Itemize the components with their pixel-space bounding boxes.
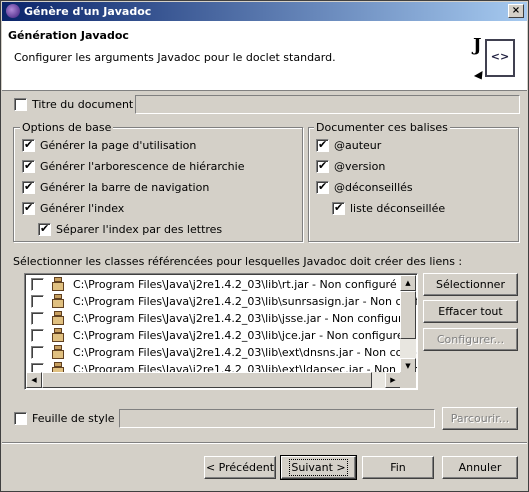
basic-options-title: Options de base bbox=[20, 121, 114, 134]
doc-title-checkbox[interactable] bbox=[14, 98, 27, 111]
close-button[interactable]: × bbox=[508, 4, 524, 18]
version-tag-checkbox[interactable] bbox=[316, 159, 329, 173]
list-item-checkbox[interactable] bbox=[31, 346, 44, 359]
stylesheet-label: Feuille de style : bbox=[32, 412, 122, 425]
hierarchy-tree-checkbox[interactable] bbox=[22, 159, 35, 173]
deprecated-list-checkbox[interactable] bbox=[332, 201, 345, 215]
list-item-label: C:\Program Files\Java\j2re1.4.2_03\lib\e… bbox=[73, 346, 418, 359]
hierarchy-tree-label: Générer l'arborescence de hiérarchie bbox=[40, 160, 245, 173]
page-title: Génération Javadoc bbox=[8, 29, 129, 42]
jar-icon bbox=[51, 277, 65, 291]
javadoc-wizard-window: Génère d'un Javadoc × Génération Javadoc… bbox=[0, 0, 529, 492]
logo-letter: J bbox=[473, 35, 482, 56]
list-item-checkbox[interactable] bbox=[31, 329, 44, 342]
logo-document: <> bbox=[485, 39, 515, 77]
author-tag-label: @auteur bbox=[334, 139, 382, 152]
cancel-button[interactable]: Annuler bbox=[442, 456, 518, 479]
page-description: Configurer les arguments Javadoc pour le… bbox=[14, 51, 336, 64]
wizard-header: Génération Javadoc Configurer les argume… bbox=[2, 21, 527, 91]
split-index-label: Séparer l'index par des lettres bbox=[56, 223, 223, 236]
deprecated-tag-checkbox[interactable] bbox=[316, 180, 329, 194]
footer-separator bbox=[2, 442, 527, 444]
list-item[interactable]: C:\Program Files\Java\j2re1.4.2_03\lib\j… bbox=[27, 310, 409, 327]
select-all-button[interactable]: Sélectionner tout bbox=[423, 273, 518, 312]
browse-button[interactable]: Parcourir... bbox=[442, 407, 518, 430]
list-item-checkbox[interactable] bbox=[31, 312, 44, 325]
doc-title-field[interactable] bbox=[135, 95, 520, 114]
usage-page-label: Générer la page d'utilisation bbox=[40, 139, 197, 152]
document-tags-title: Documenter ces balises bbox=[314, 121, 450, 134]
split-index-checkbox[interactable] bbox=[38, 222, 51, 236]
list-item[interactable]: C:\Program Files\Java\j2re1.4.2_03\lib\s… bbox=[27, 293, 417, 310]
list-item[interactable]: C:\Program Files\Java\j2re1.4.2_03\lib\r… bbox=[27, 276, 402, 293]
horizontal-scroll-thumb[interactable] bbox=[42, 372, 372, 388]
classes-label: Sélectionner les classes référencées pou… bbox=[13, 255, 463, 268]
scroll-right-icon[interactable]: ▶ bbox=[385, 372, 401, 388]
window-title: Génère d'un Javadoc bbox=[24, 5, 152, 18]
list-item-label: C:\Program Files\Java\j2re1.4.2_03\lib\j… bbox=[73, 329, 404, 342]
title-bar: Génère d'un Javadoc × bbox=[2, 2, 527, 21]
clear-all-button[interactable]: Effacer tout bbox=[423, 300, 518, 323]
list-item[interactable]: C:\Program Files\Java\j2re1.4.2_03\lib\j… bbox=[27, 327, 404, 344]
javadoc-logo-icon: <> J bbox=[473, 33, 519, 83]
navbar-checkbox[interactable] bbox=[22, 180, 35, 194]
stylesheet-checkbox[interactable] bbox=[14, 412, 27, 425]
list-item-label: C:\Program Files\Java\j2re1.4.2_03\lib\j… bbox=[73, 312, 410, 325]
jar-icon bbox=[51, 345, 65, 359]
navbar-label: Générer la barre de navigation bbox=[40, 181, 210, 194]
jar-icon bbox=[51, 311, 65, 325]
finish-button[interactable]: Fin bbox=[362, 456, 434, 479]
scroll-corner bbox=[400, 372, 416, 388]
index-checkbox[interactable] bbox=[22, 201, 35, 215]
doc-title-label: Titre du document : bbox=[32, 98, 141, 111]
back-button[interactable]: < Précédent bbox=[204, 456, 276, 479]
vertical-scroll-thumb[interactable] bbox=[400, 291, 416, 339]
list-item-checkbox[interactable] bbox=[31, 295, 44, 308]
version-tag-label: @version bbox=[334, 160, 386, 173]
stylesheet-field[interactable] bbox=[119, 409, 435, 428]
deprecated-list-label: liste déconseillée bbox=[350, 202, 446, 215]
list-item-label: C:\Program Files\Java\j2re1.4.2_03\lib\r… bbox=[73, 278, 397, 291]
usage-page-checkbox[interactable] bbox=[22, 138, 35, 152]
jar-icon bbox=[51, 294, 65, 308]
configure-button[interactable]: Configurer... bbox=[423, 328, 518, 351]
index-label: Générer l'index bbox=[40, 202, 125, 215]
scroll-left-icon[interactable]: ◀ bbox=[26, 372, 42, 388]
next-button[interactable]: Suivant > bbox=[280, 455, 357, 480]
deprecated-tag-label: @déconseillés bbox=[334, 181, 413, 194]
next-button-label: Suivant > bbox=[289, 459, 348, 476]
list-item[interactable]: C:\Program Files\Java\j2re1.4.2_03\lib\e… bbox=[27, 344, 417, 361]
referenced-classes-list[interactable]: C:\Program Files\Java\j2re1.4.2_03\lib\r… bbox=[24, 273, 418, 390]
jar-icon bbox=[51, 328, 65, 342]
horizontal-scrollbar[interactable]: ◀ ▶ bbox=[26, 372, 401, 388]
vertical-scrollbar[interactable]: ▲ ▼ bbox=[400, 275, 416, 374]
author-tag-checkbox[interactable] bbox=[316, 138, 329, 152]
list-item-label: C:\Program Files\Java\j2re1.4.2_03\lib\s… bbox=[73, 295, 418, 308]
list-item-checkbox[interactable] bbox=[31, 278, 44, 291]
scroll-up-icon[interactable]: ▲ bbox=[400, 275, 416, 291]
eclipse-icon bbox=[6, 4, 20, 18]
